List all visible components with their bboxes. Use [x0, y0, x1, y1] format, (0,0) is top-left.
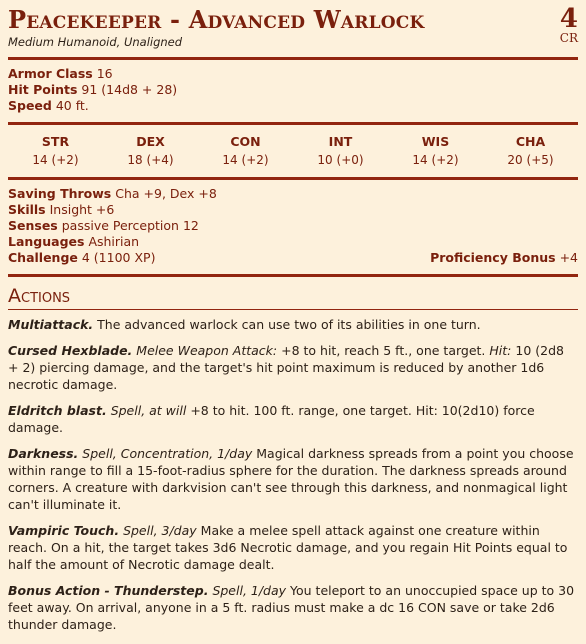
- ability-name: CON: [230, 134, 261, 149]
- saving-throws-label: Saving Throws: [8, 186, 112, 201]
- creature-meta: Medium Humanoid, Unaligned: [8, 35, 183, 49]
- ability-name: DEX: [136, 134, 165, 149]
- speed-line: Speed 40 ft.: [8, 98, 578, 114]
- ability-value: 18 (+4): [127, 153, 174, 167]
- challenge: Challenge 4 (1100 XP): [8, 250, 155, 266]
- action-name: Eldritch blast.: [8, 403, 107, 418]
- action-type: Spell, 1/day: [212, 583, 287, 598]
- senses-value: passive Perception 12: [61, 218, 199, 233]
- action-text: The advanced warlock can use two of its …: [97, 317, 481, 332]
- ability-con: CON 14 (+2): [198, 133, 293, 169]
- divider: [8, 122, 578, 125]
- ability-value: 10 (+0): [317, 153, 364, 167]
- saving-throws-line: Saving Throws Cha +9, Dex +8: [8, 186, 578, 202]
- ability-value: 14 (+2): [32, 153, 79, 167]
- action-type: Spell, 3/day: [123, 523, 197, 538]
- action-cursed-hexblade: Cursed Hexblade. Melee Weapon Attack: +8…: [8, 342, 578, 393]
- skills-value: Insight +6: [49, 202, 115, 217]
- saving-throws-value: Cha +9, Dex +8: [115, 186, 217, 201]
- cr-value: 4: [559, 4, 578, 34]
- divider: [8, 274, 578, 277]
- action-eldritch-blast: Eldritch blast. Spell, at will +8 to hit…: [8, 402, 578, 436]
- speed-value: 40 ft.: [55, 98, 89, 113]
- divider: [8, 57, 578, 60]
- creature-name: Peacekeeper - Advanced Warlock: [8, 5, 425, 34]
- hit-points-line: Hit Points 91 (14d8 + 28): [8, 82, 578, 98]
- action-multiattack: Multiattack. The advanced warlock can us…: [8, 316, 578, 333]
- action-vampiric-touch: Vampiric Touch. Spell, 3/day Make a mele…: [8, 522, 578, 573]
- hit-points-label: Hit Points: [8, 82, 78, 97]
- ability-scores: STR 14 (+2) DEX 18 (+4) CON 14 (+2) INT …: [8, 131, 578, 169]
- action-type: Spell, at will: [110, 403, 187, 418]
- divider: [8, 177, 578, 180]
- stat-block: Peacekeeper - Advanced Warlock Medium Hu…: [0, 0, 586, 644]
- languages-value: Ashirian: [88, 234, 140, 249]
- ability-dex: DEX 18 (+4): [103, 133, 198, 169]
- action-type: Spell, Concentration, 1/day: [82, 446, 253, 461]
- ability-name: INT: [328, 134, 353, 149]
- actions-heading: Actions: [8, 285, 71, 307]
- skills-label: Skills: [8, 202, 46, 217]
- action-hit-label: Hit:: [489, 343, 512, 358]
- ability-cha: CHA 20 (+5): [483, 133, 578, 169]
- senses-line: Senses passive Perception 12: [8, 218, 578, 234]
- ability-value: 14 (+2): [412, 153, 459, 167]
- ability-value: 14 (+2): [222, 153, 269, 167]
- challenge-rating-badge: 4 CR: [560, 6, 578, 44]
- speed-label: Speed: [8, 98, 52, 113]
- ability-int: INT 10 (+0): [293, 133, 388, 169]
- challenge-label: Challenge: [8, 250, 78, 265]
- challenge-line: Challenge 4 (1100 XP) Proficiency Bonus …: [8, 250, 578, 266]
- ability-name: STR: [41, 134, 70, 149]
- skills-line: Skills Insight +6: [8, 202, 578, 218]
- hit-points-value: 91 (14d8 + 28): [81, 82, 178, 97]
- languages-line: Languages Ashirian: [8, 234, 578, 250]
- action-text: +8 to hit, reach 5 ft., one target.: [281, 343, 486, 358]
- action-name: Cursed Hexblade.: [8, 343, 133, 358]
- armor-class-value: 16: [96, 66, 113, 81]
- cr-label: CR: [559, 31, 578, 45]
- actions-divider: [8, 309, 578, 310]
- ability-str: STR 14 (+2): [8, 133, 103, 169]
- armor-class-label: Armor Class: [8, 66, 93, 81]
- action-name: Darkness.: [8, 446, 79, 461]
- action-darkness: Darkness. Spell, Concentration, 1/day Ma…: [8, 445, 578, 513]
- challenge-value: 4 (1100 XP): [81, 250, 156, 265]
- action-thunderstep: Bonus Action - Thunderstep. Spell, 1/day…: [8, 582, 578, 633]
- ability-value: 20 (+5): [507, 153, 554, 167]
- action-name: Bonus Action - Thunderstep.: [8, 583, 209, 598]
- action-type: Melee Weapon Attack:: [136, 343, 278, 358]
- senses-label: Senses: [8, 218, 58, 233]
- proficiency-bonus-value: +4: [559, 250, 578, 265]
- action-name: Multiattack.: [8, 317, 94, 332]
- ability-wis: WIS 14 (+2): [388, 133, 483, 169]
- ability-name: CHA: [515, 134, 546, 149]
- languages-label: Languages: [8, 234, 85, 249]
- proficiency-bonus: Proficiency Bonus +4: [430, 250, 578, 266]
- proficiency-bonus-label: Proficiency Bonus: [430, 250, 556, 265]
- ability-name: WIS: [421, 134, 450, 149]
- armor-class-line: Armor Class 16: [8, 66, 578, 82]
- action-name: Vampiric Touch.: [8, 523, 120, 538]
